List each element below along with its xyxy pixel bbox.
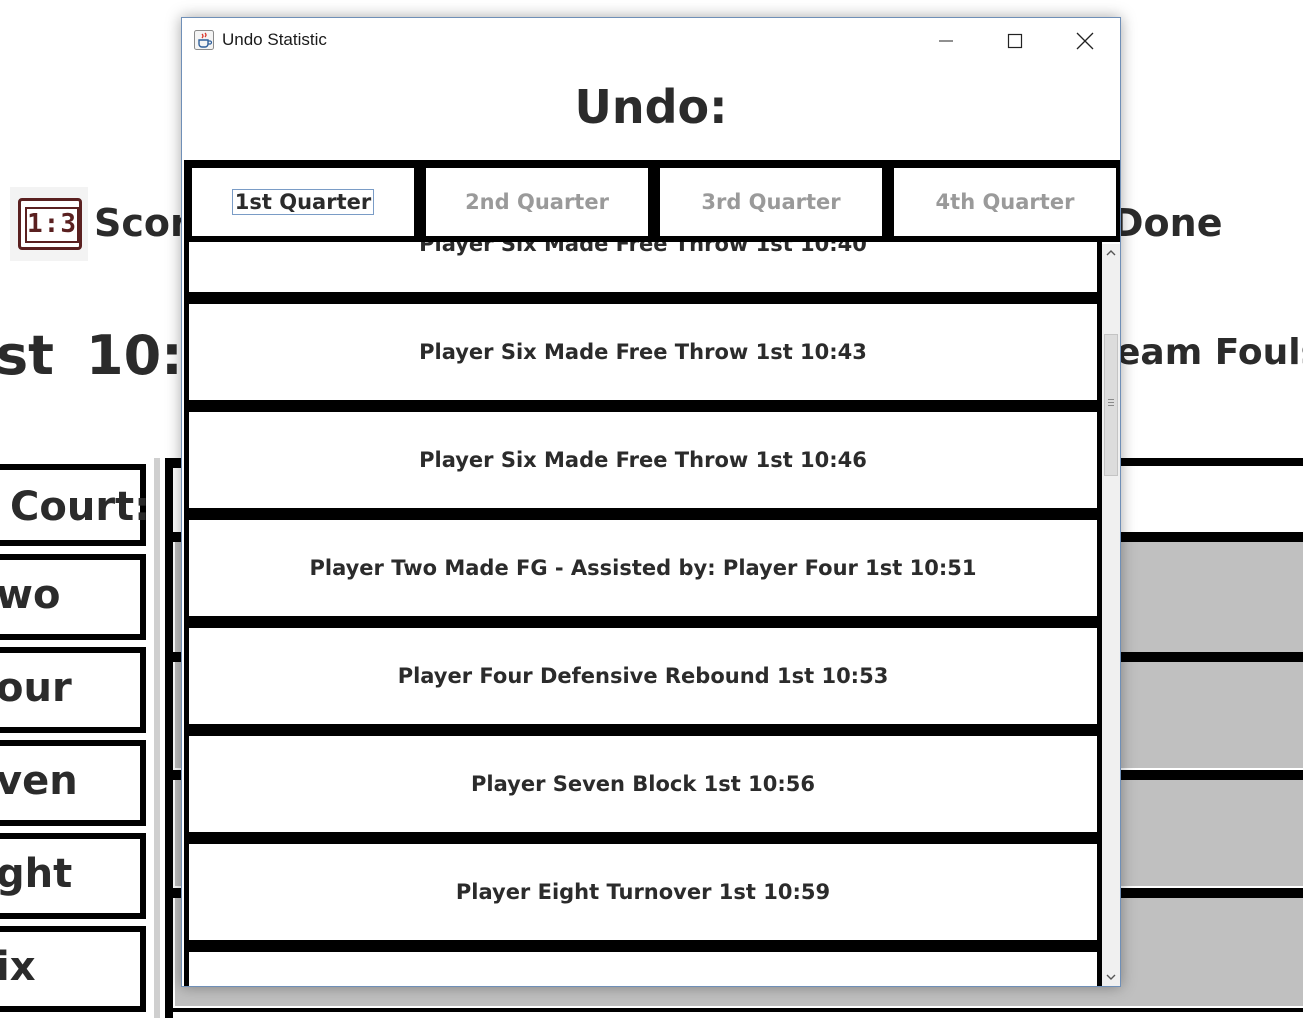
scroll-up-arrow-icon[interactable] <box>1102 244 1120 262</box>
player-button[interactable]: ght <box>0 833 146 919</box>
score-label: Scor <box>94 201 189 245</box>
undo-event-button[interactable]: Player Seven Block 1st 10:56 <box>189 736 1097 832</box>
quarter-tab-bar: 1st Quarter 2nd Quarter 3rd Quarter 4th … <box>184 160 1120 242</box>
undo-event-list[interactable]: Player Six Made Free Throw 1st 10:40 Pla… <box>184 242 1102 986</box>
undo-event-button[interactable]: Player Six Made Free Throw 1st 10:43 <box>189 304 1097 400</box>
thumb-grip <box>1108 405 1114 406</box>
tab-1st-quarter[interactable]: 1st Quarter <box>192 168 414 236</box>
game-clock: 10: <box>86 324 183 387</box>
player-label: ven <box>0 758 78 804</box>
player-button[interactable]: our <box>0 647 146 733</box>
close-icon <box>1076 32 1094 50</box>
team-fouls-label: eam Fouls <box>1116 332 1303 373</box>
done-button[interactable]: Done <box>1112 201 1222 245</box>
divider <box>165 1008 1303 1012</box>
minimize-button[interactable] <box>923 18 969 64</box>
scroll-thumb[interactable] <box>1104 334 1118 476</box>
dialog-heading: Undo: <box>574 80 728 134</box>
undo-event-button[interactable]: Player Eight Turnover 1st 10:59 <box>189 844 1097 940</box>
on-court-header: Court: <box>0 464 150 546</box>
player-button[interactable]: ven <box>0 740 146 826</box>
title-bar[interactable]: Undo Statistic <box>182 18 1120 64</box>
maximize-icon <box>1007 33 1023 49</box>
thumb-grip <box>1108 402 1114 403</box>
logo-digits: 1:3 <box>25 207 79 243</box>
player-button[interactable]: wo <box>0 554 146 640</box>
maximize-button[interactable] <box>992 18 1038 64</box>
tab-label: 3rd Quarter <box>701 190 841 214</box>
player-label: our <box>0 665 72 711</box>
divider <box>165 458 173 1018</box>
player-button[interactable]: ix <box>0 926 146 1012</box>
undo-statistic-dialog: Undo Statistic Undo: 1st Quarter 2nd Qua… <box>181 17 1121 987</box>
minimize-icon <box>939 40 953 42</box>
player-label: ix <box>0 944 36 990</box>
undo-event-button[interactable]: Player Six Made Free Throw 1st 10:40 <box>189 242 1097 292</box>
divider <box>154 458 160 1018</box>
vertical-scrollbar[interactable] <box>1102 244 1120 986</box>
tab-label: 4th Quarter <box>935 190 1075 214</box>
scoreboard-icon: 1:3 <box>10 187 88 261</box>
tab-label: 2nd Quarter <box>465 190 609 214</box>
player-label: wo <box>0 572 61 618</box>
close-button[interactable] <box>1062 18 1108 64</box>
scroll-down-arrow-icon[interactable] <box>1102 968 1120 986</box>
java-cup-icon <box>194 30 214 50</box>
tab-2nd-quarter[interactable]: 2nd Quarter <box>426 168 648 236</box>
tab-3rd-quarter[interactable]: 3rd Quarter <box>660 168 882 236</box>
undo-event-button[interactable] <box>189 952 1097 986</box>
tab-label: 1st Quarter <box>231 189 375 215</box>
thumb-grip <box>1108 399 1114 400</box>
on-court-label: Court: <box>10 484 151 530</box>
undo-event-button[interactable]: Player Six Made Free Throw 1st 10:46 <box>189 412 1097 508</box>
window-title: Undo Statistic <box>222 30 327 49</box>
stat-header-cell <box>1116 466 1303 540</box>
quarter-display: st <box>0 324 54 387</box>
tab-4th-quarter[interactable]: 4th Quarter <box>894 168 1116 236</box>
undo-event-button[interactable]: Player Two Made FG - Assisted by: Player… <box>189 520 1097 616</box>
undo-event-button[interactable]: Player Four Defensive Rebound 1st 10:53 <box>189 628 1097 724</box>
player-label: ght <box>0 851 73 897</box>
